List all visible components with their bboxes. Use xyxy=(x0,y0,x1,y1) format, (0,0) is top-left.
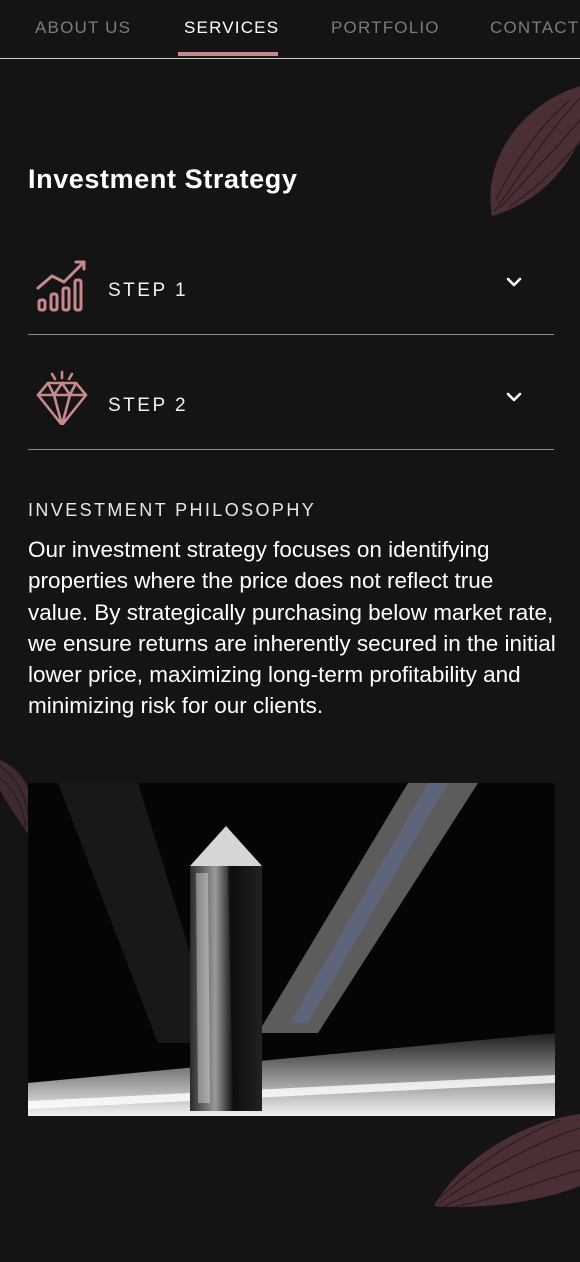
nav-item-about-us[interactable]: ABOUT US xyxy=(35,18,131,38)
nav-item-services[interactable]: SERVICES xyxy=(184,18,279,38)
accordion-step-2[interactable]: STEP 2 xyxy=(28,369,554,450)
bar-chart-growth-icon xyxy=(36,260,86,312)
step-2-label: STEP 2 xyxy=(108,395,189,416)
nav-item-portfolio[interactable]: PORTFOLIO xyxy=(331,18,440,38)
prism-photo xyxy=(28,783,555,1116)
decorative-leaf-top-right xyxy=(490,86,580,216)
section-title: Investment Strategy xyxy=(28,164,298,194)
top-navigation: ABOUT US SERVICES PORTFOLIO CONTACT xyxy=(0,0,580,59)
philosophy-heading: INVESTMENT PHILOSOPHY xyxy=(28,500,317,520)
philosophy-body: Our investment strategy focuses on ident… xyxy=(28,537,556,719)
decorative-leaf-bottom-right xyxy=(434,1114,580,1208)
step-1-label: STEP 1 xyxy=(108,280,189,301)
prism-illustration xyxy=(28,783,555,1116)
active-tab-indicator xyxy=(178,52,278,56)
nav-item-contact[interactable]: CONTACT xyxy=(490,18,579,38)
chevron-down-icon[interactable] xyxy=(506,391,522,403)
diamond-icon xyxy=(36,370,88,425)
accordion-step-1[interactable]: STEP 1 xyxy=(28,254,554,335)
chevron-down-icon[interactable] xyxy=(506,276,522,288)
